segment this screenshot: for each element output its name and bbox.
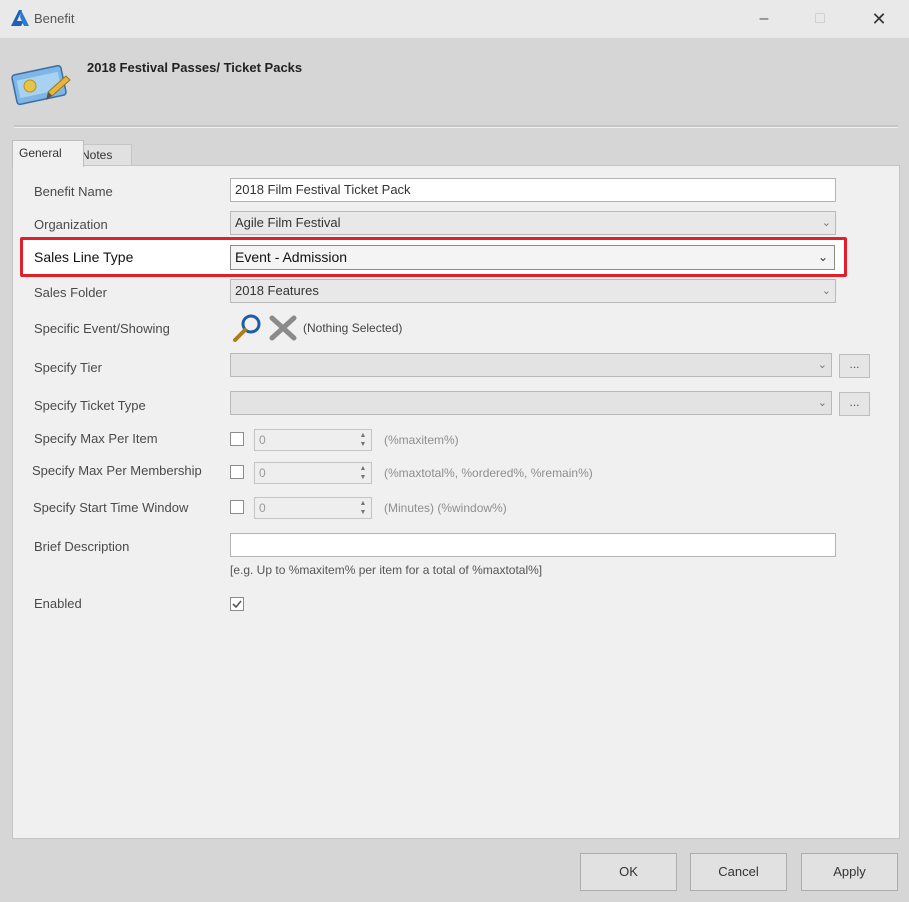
spinner-arrows-icon[interactable]: ▲ ▼ xyxy=(358,464,368,482)
max-per-membership-label: Specify Max Per Membership xyxy=(32,463,202,478)
specify-ticket-type-label: Specify Ticket Type xyxy=(34,398,146,413)
app-logo-icon xyxy=(11,10,29,26)
sales-folder-select[interactable]: 2018 Features ⌄ xyxy=(230,279,836,303)
specify-tier-select[interactable]: ⌄ xyxy=(230,353,832,377)
max-per-membership-hint: (%maxtotal%, %ordered%, %remain%) xyxy=(384,466,593,480)
header-title: 2018 Festival Passes/ Ticket Packs xyxy=(87,60,303,75)
brief-description-input[interactable] xyxy=(230,533,836,557)
maximize-button[interactable]: □ xyxy=(798,4,842,34)
max-per-membership-checkbox[interactable] xyxy=(230,465,244,479)
search-icon[interactable] xyxy=(231,312,265,342)
enabled-checkbox[interactable] xyxy=(230,597,244,611)
start-time-window-label: Specify Start Time Window xyxy=(33,500,189,515)
max-per-item-hint: (%maxitem%) xyxy=(384,433,459,447)
start-time-window-spinner[interactable]: 0 ▲ ▼ xyxy=(254,497,372,519)
header-divider xyxy=(14,125,898,128)
organization-value: Agile Film Festival xyxy=(235,215,341,230)
sales-line-type-select[interactable]: Event - Admission ⌄ xyxy=(230,245,835,270)
header: 2018 Festival Passes/ Ticket Packs xyxy=(0,38,909,130)
ticket-pack-icon xyxy=(11,64,71,106)
sales-folder-value: 2018 Features xyxy=(235,283,319,298)
max-per-item-checkbox[interactable] xyxy=(230,432,244,446)
sales-line-type-value: Event - Admission xyxy=(235,249,348,265)
brief-description-example: [e.g. Up to %maxitem% per item for a tot… xyxy=(230,563,543,577)
benefit-name-label: Benefit Name xyxy=(34,184,113,199)
sales-line-type-label: Sales Line Type xyxy=(34,249,134,265)
specify-tier-browse-button[interactable]: ... xyxy=(839,354,870,378)
cancel-button[interactable]: Cancel xyxy=(690,853,787,891)
clear-selection-icon[interactable] xyxy=(268,314,298,342)
start-time-window-hint: (Minutes) (%window%) xyxy=(384,501,507,515)
chevron-down-icon: ⌄ xyxy=(821,217,831,229)
ok-button[interactable]: OK xyxy=(580,853,677,891)
max-per-item-label: Specify Max Per Item xyxy=(34,431,158,446)
max-per-membership-spinner[interactable]: 0 ▲ ▼ xyxy=(254,462,372,484)
chevron-down-icon: ⌄ xyxy=(817,250,828,264)
minimize-button[interactable]: – xyxy=(742,4,786,34)
organization-label: Organization xyxy=(34,217,108,232)
spinner-arrows-icon[interactable]: ▲ ▼ xyxy=(358,499,368,517)
spinner-arrows-icon[interactable]: ▲ ▼ xyxy=(358,431,368,449)
max-per-item-spinner[interactable]: 0 ▲ ▼ xyxy=(254,429,372,451)
chevron-down-icon: ⌄ xyxy=(817,397,827,409)
chevron-down-icon: ⌄ xyxy=(817,359,827,371)
close-button[interactable]: ✕ xyxy=(857,4,901,34)
apply-button[interactable]: Apply xyxy=(801,853,898,891)
window-title: Benefit xyxy=(34,11,75,26)
organization-select[interactable]: Agile Film Festival ⌄ xyxy=(230,211,836,235)
start-time-window-checkbox[interactable] xyxy=(230,500,244,514)
enabled-label: Enabled xyxy=(34,596,82,611)
title-bar: Benefit – □ ✕ xyxy=(0,0,909,38)
max-per-membership-value: 0 xyxy=(259,466,266,480)
brief-description-label: Brief Description xyxy=(34,539,130,554)
specify-ticket-type-select[interactable]: ⌄ xyxy=(230,391,832,415)
specific-event-value: (Nothing Selected) xyxy=(303,321,403,335)
chevron-down-icon: ⌄ xyxy=(821,285,831,297)
specify-tier-label: Specify Tier xyxy=(34,360,102,375)
max-per-item-value: 0 xyxy=(259,433,266,447)
specific-event-label: Specific Event/Showing xyxy=(34,321,170,336)
sales-folder-label: Sales Folder xyxy=(34,285,107,300)
benefit-name-input[interactable]: 2018 Film Festival Ticket Pack xyxy=(230,178,836,202)
check-icon xyxy=(232,600,242,609)
start-time-window-value: 0 xyxy=(259,501,266,515)
specify-ticket-type-browse-button[interactable]: ... xyxy=(839,392,870,416)
tab-general[interactable]: General xyxy=(12,140,84,167)
